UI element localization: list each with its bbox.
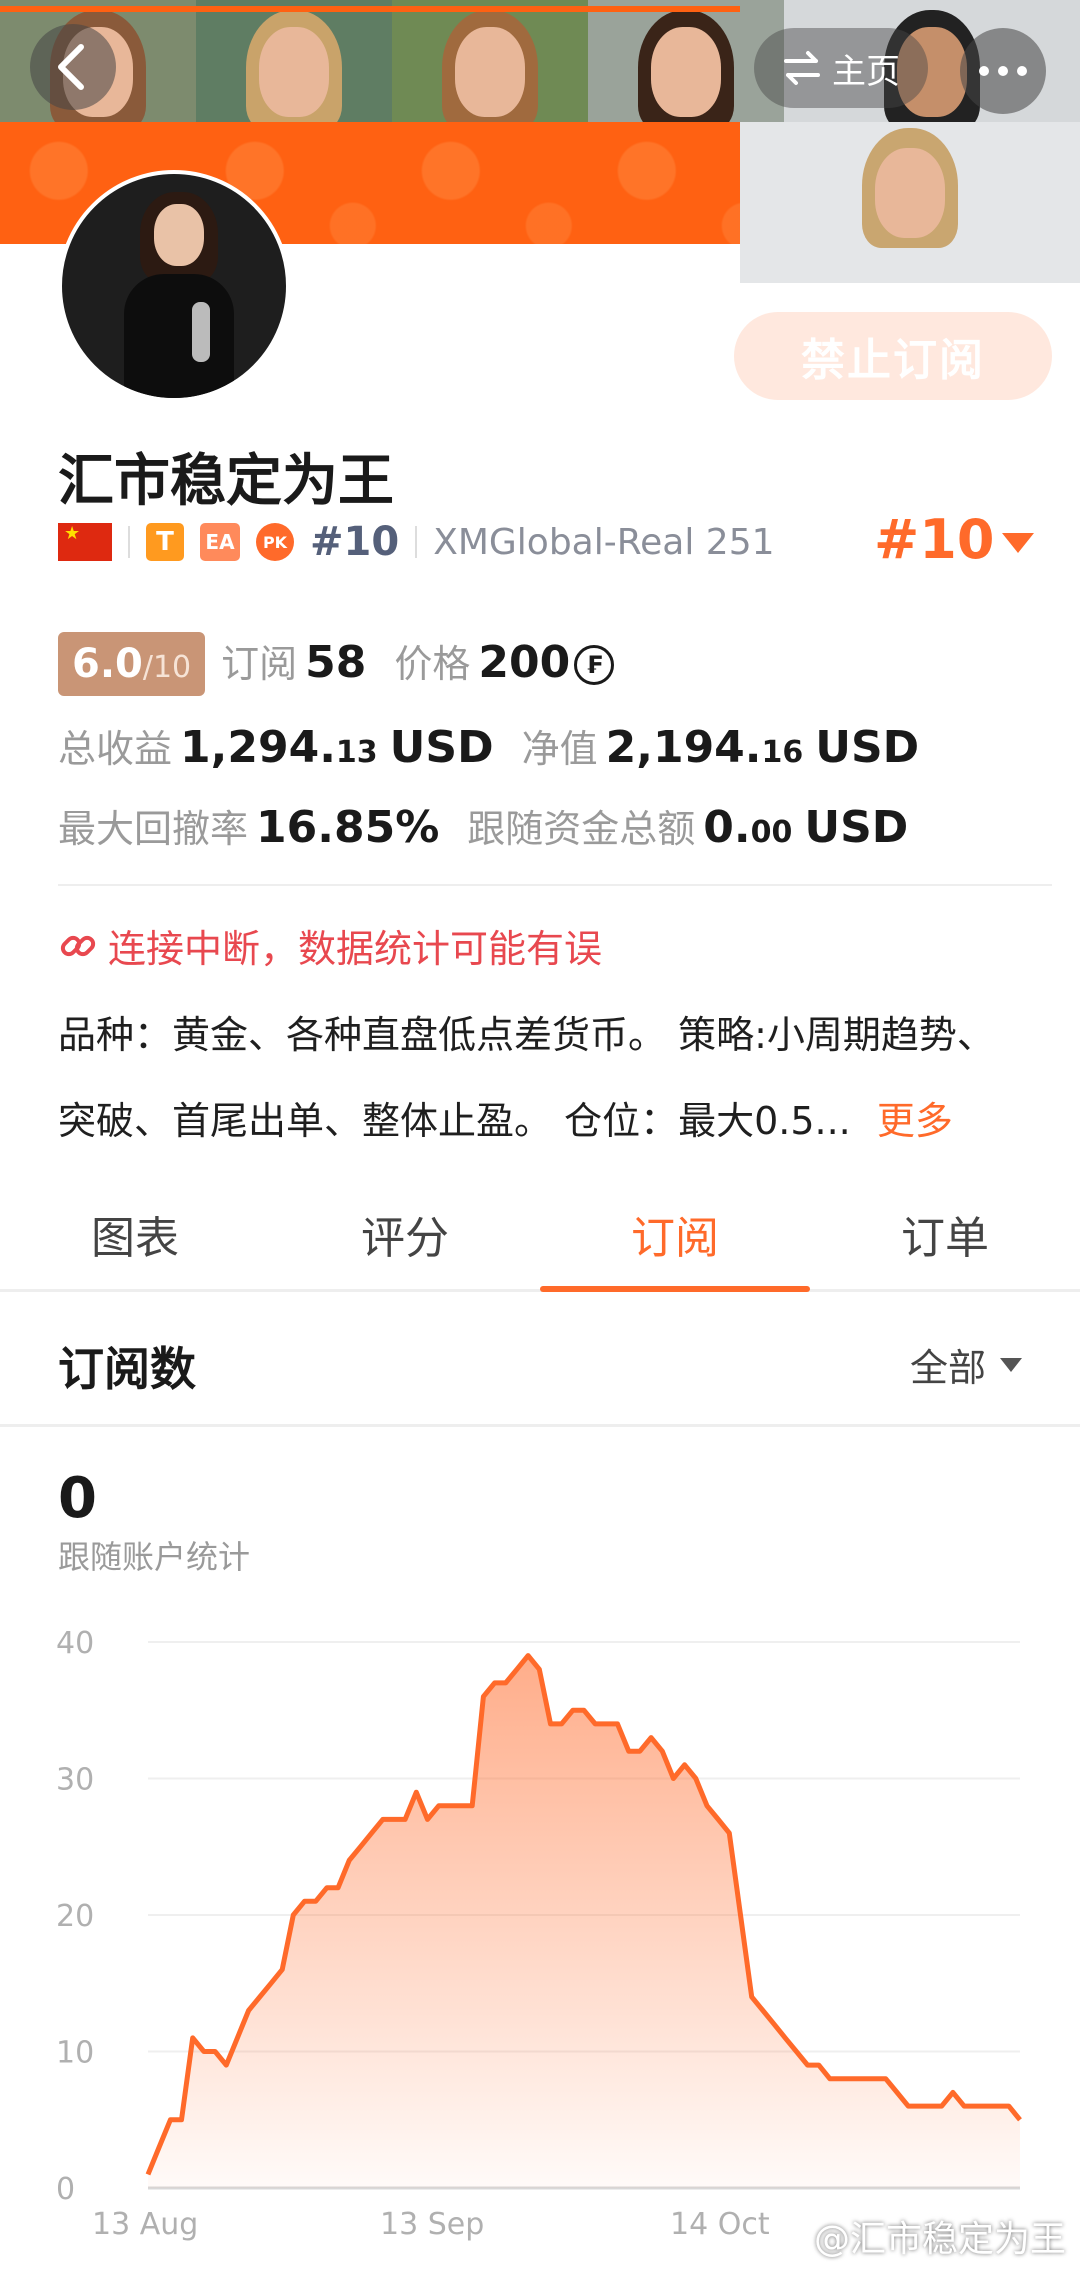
tab-rating[interactable]: 评分 bbox=[270, 1178, 540, 1289]
more-button[interactable] bbox=[960, 28, 1046, 114]
total-profit-dec: 13 bbox=[335, 735, 378, 770]
y-tick-label: 40 bbox=[56, 1626, 94, 1661]
trader-name: 汇市稳定为王 bbox=[58, 449, 394, 514]
subscriptions-chart: 0 10 20 30 40 13 Aug 13 Sep 14 Oct bbox=[56, 1626, 1022, 2242]
y-tick-label: 30 bbox=[56, 1763, 94, 1798]
banner-photo bbox=[392, 0, 588, 122]
tab-bar: 图表 评分 订阅 订单 bbox=[0, 1178, 1080, 1292]
trader-badge-icon[interactable]: T bbox=[146, 523, 184, 561]
y-tick-label: 20 bbox=[56, 1899, 94, 1934]
home-label: 主页 bbox=[832, 51, 900, 92]
section-title: 订阅数 bbox=[58, 1342, 196, 1396]
section-header: 订阅数 全部 bbox=[0, 1293, 1080, 1427]
equity-unit: USD bbox=[815, 722, 920, 773]
total-profit-int: 1,294. bbox=[180, 722, 336, 773]
score-max: /10 bbox=[142, 650, 192, 685]
total-profit-unit: USD bbox=[389, 722, 494, 773]
x-tick-label: 14 Oct bbox=[670, 2207, 770, 2242]
banner-photo bbox=[196, 0, 392, 122]
stats-row-1: 6.0 /10 订阅 58 价格 200 ₣ bbox=[58, 632, 615, 696]
stats-row-3: 最大回撤率 16.85% 跟随资金总额 0. 00 USD bbox=[58, 798, 908, 853]
filter-label: 全部 bbox=[909, 1346, 986, 1390]
equity-label: 净值 bbox=[521, 727, 598, 771]
follower-count: 0 bbox=[58, 1466, 97, 1531]
caret-down-icon bbox=[1000, 1357, 1022, 1372]
music-note-icon bbox=[781, 2220, 796, 2250]
divider bbox=[415, 526, 418, 558]
rank-dropdown[interactable]: #10 bbox=[874, 508, 1035, 571]
more-link[interactable]: 更多 bbox=[877, 1099, 953, 1143]
follow-funds-dec: 00 bbox=[750, 815, 793, 850]
banner-tile bbox=[392, 122, 588, 244]
follow-funds-int: 0. bbox=[703, 802, 751, 853]
tab-chart[interactable]: 图表 bbox=[0, 1178, 270, 1289]
price-label: 价格 bbox=[394, 642, 471, 686]
y-tick-label: 10 bbox=[56, 2036, 94, 2071]
broken-link-icon bbox=[60, 935, 96, 956]
range-filter-dropdown[interactable]: 全部 bbox=[910, 1337, 1022, 1392]
back-button[interactable] bbox=[30, 24, 116, 110]
coin-icon: ₣ bbox=[574, 645, 615, 685]
chart-area bbox=[148, 1655, 1020, 2188]
china-flag-icon bbox=[58, 523, 112, 561]
rank-value: #10 bbox=[874, 508, 995, 571]
subscribe-button[interactable]: 禁止订阅 bbox=[734, 312, 1052, 400]
back-arrow-icon bbox=[58, 44, 84, 90]
stats-row-2: 总收益 1,294. 13 USD 净值 2,194. 16 USD bbox=[58, 718, 919, 773]
watermark-text: @汇市稳定为王 bbox=[813, 2219, 1066, 2260]
connection-warning: 连接中断，数据统计可能有误 bbox=[58, 918, 602, 973]
switch-arrows-icon bbox=[784, 51, 820, 85]
total-profit-label: 总收益 bbox=[58, 727, 173, 771]
banner-photo bbox=[740, 122, 1080, 283]
follow-funds-unit: USD bbox=[804, 802, 909, 853]
description-line: 突破、首尾出单、整体止盈。 仓位：最大0.5... 更多 bbox=[58, 1090, 1038, 1145]
home-button[interactable]: 主页 bbox=[754, 28, 928, 108]
avatar[interactable] bbox=[58, 170, 290, 402]
pk-flame-icon[interactable]: PK bbox=[256, 523, 294, 561]
subscriptions-label: 订阅 bbox=[221, 642, 298, 686]
score-value: 6.0 bbox=[72, 641, 143, 687]
more-dots-icon bbox=[979, 66, 1027, 76]
score-badge: 6.0 /10 bbox=[58, 632, 206, 696]
badge-row: T EA PK #10 XMGlobal-Real 251 bbox=[58, 516, 775, 568]
subscriptions-value: 58 bbox=[305, 637, 367, 688]
ea-badge-icon[interactable]: EA bbox=[200, 523, 240, 561]
max-drawdown-value: 16.85% bbox=[256, 802, 440, 853]
tab-subscriptions[interactable]: 订阅 bbox=[540, 1178, 810, 1292]
equity-dec: 16 bbox=[761, 735, 804, 770]
watermark: @汇市稳定为王 bbox=[778, 2210, 1066, 2262]
warning-text: 连接中断，数据统计可能有误 bbox=[108, 927, 603, 971]
description-line: 品种：黄金、各种直盘低点差货币。 策略:小周期趋势、 bbox=[58, 1013, 995, 1057]
follower-count-label: 跟随账户统计 bbox=[58, 1538, 251, 1576]
broker-account: XMGlobal-Real 251 bbox=[433, 521, 775, 563]
equity-int: 2,194. bbox=[605, 722, 762, 773]
tab-orders[interactable]: 订单 bbox=[810, 1178, 1080, 1289]
x-tick-label: 13 Sep bbox=[380, 2207, 484, 2242]
rank-label: #10 bbox=[310, 519, 400, 565]
follow-funds-label: 跟随资金总额 bbox=[467, 807, 696, 851]
max-drawdown-label: 最大回撤率 bbox=[58, 807, 249, 851]
divider bbox=[58, 884, 1052, 886]
price-value: 200 bbox=[478, 637, 571, 688]
y-tick-label: 0 bbox=[56, 2172, 75, 2207]
caret-down-icon bbox=[1002, 532, 1035, 553]
x-tick-label: 13 Aug bbox=[92, 2207, 198, 2242]
description-text: 突破、首尾出单、整体止盈。 仓位：最大0.5... bbox=[58, 1099, 851, 1143]
divider bbox=[128, 526, 130, 558]
